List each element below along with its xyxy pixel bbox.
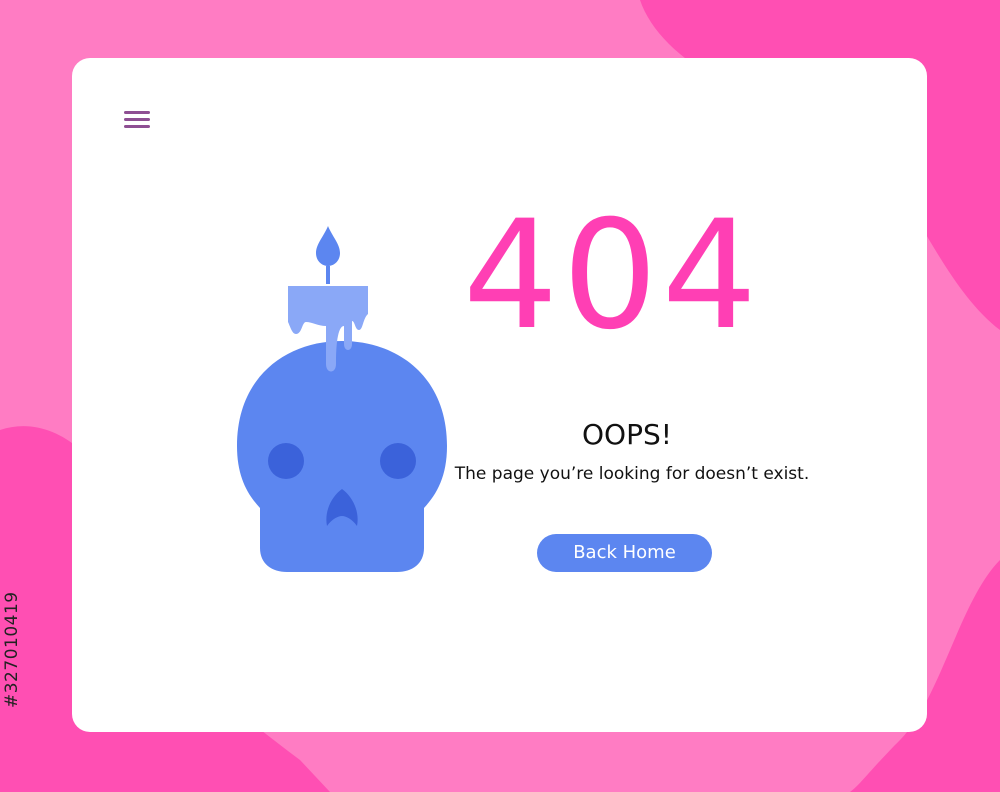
error-message: The page you’re looking for doesn’t exis…	[454, 464, 810, 484]
error-code: 404	[462, 189, 762, 363]
error-title: OOPS!	[582, 418, 672, 451]
error-card: 404 OOPS! The page you’re looking for do…	[72, 58, 927, 732]
stock-id-label: #327010419	[2, 591, 22, 709]
back-home-button[interactable]: Back Home	[537, 534, 712, 572]
flame-icon	[316, 226, 340, 266]
hamburger-menu-icon[interactable]	[122, 108, 152, 130]
